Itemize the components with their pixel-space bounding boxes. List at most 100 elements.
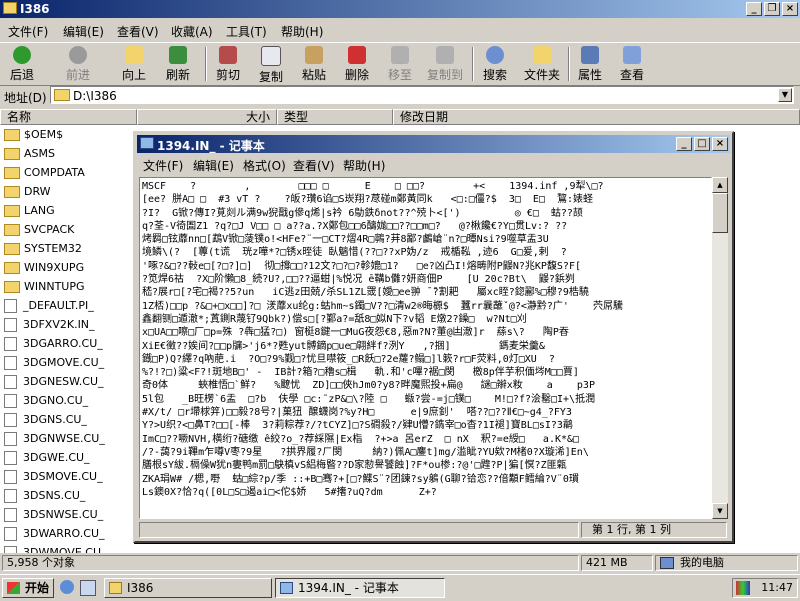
- folder-icon: [4, 129, 20, 141]
- clipboard-icon: [305, 46, 323, 64]
- menu-file[interactable]: 文件(F): [8, 23, 48, 40]
- properties-button[interactable]: 属性: [572, 46, 608, 83]
- notepad-menu-help[interactable]: 帮助(H): [343, 157, 385, 174]
- scroll-up-button[interactable]: ▲: [712, 177, 728, 193]
- desktop-quicklaunch-icon[interactable]: [80, 580, 96, 596]
- file-name: WINNTUPG: [24, 280, 85, 293]
- copy-button[interactable]: 复制: [253, 46, 289, 85]
- drive-icon: [54, 89, 70, 101]
- back-button[interactable]: 后退: [4, 46, 40, 83]
- file-row[interactable]: 3DGNO.CU_: [4, 394, 88, 413]
- notepad-titlebar[interactable]: 1394.IN_ - 记事本 _ □ ×: [137, 135, 730, 153]
- file-name: 3DWARRO.CU_: [23, 527, 105, 540]
- refresh-button[interactable]: 刷新: [160, 46, 196, 83]
- file-name: COMPDATA: [24, 166, 85, 179]
- file-row[interactable]: DRW: [4, 185, 51, 204]
- explorer-title: I386: [20, 2, 50, 16]
- notepad-menu-file[interactable]: 文件(F): [143, 157, 183, 174]
- restore-button[interactable]: ❐: [764, 2, 780, 16]
- file-row[interactable]: COMPDATA: [4, 166, 85, 185]
- cut-button[interactable]: 剪切: [210, 46, 246, 83]
- views-button[interactable]: 查看: [614, 46, 650, 83]
- scroll-down-button[interactable]: ▼: [712, 503, 728, 519]
- display-icon[interactable]: [736, 581, 750, 595]
- menu-edit[interactable]: 编辑(E): [63, 23, 104, 40]
- search-button[interactable]: 搜索: [477, 46, 513, 83]
- explorer-titlebar[interactable]: I386 _ ❐ ×: [0, 0, 800, 18]
- notepad-text-area[interactable]: MSCF ? , □□□ □ E □ □□? +< 1394.inf ,9犁\□…: [139, 177, 712, 519]
- scroll-thumb[interactable]: [712, 193, 728, 233]
- file-row[interactable]: WINNTUPG: [4, 280, 85, 299]
- ie-quicklaunch-icon[interactable]: [60, 580, 74, 594]
- notepad-window: 1394.IN_ - 记事本 _ □ × 文件(F) 编辑(E) 格式(O) 查…: [133, 131, 734, 543]
- notepad-menu-view[interactable]: 查看(V): [293, 157, 335, 174]
- taskbar-item-notepad[interactable]: 1394.IN_ - 记事本: [275, 578, 445, 598]
- file-row[interactable]: 3DSNS.CU_: [4, 489, 85, 508]
- taskbar-item-explorer[interactable]: I386: [104, 578, 272, 598]
- file-row[interactable]: 3DWARRO.CU_: [4, 527, 105, 546]
- file-row[interactable]: 3DGNWSE.CU_: [4, 432, 105, 451]
- file-icon: [4, 527, 17, 541]
- menu-help[interactable]: 帮助(H): [281, 23, 323, 40]
- file-row[interactable]: 3DSMOVE.CU_: [4, 470, 103, 489]
- notepad-close-button[interactable]: ×: [712, 137, 728, 151]
- delete-button[interactable]: 删除: [339, 46, 375, 83]
- menu-view[interactable]: 查看(V): [117, 23, 159, 40]
- file-row[interactable]: LANG: [4, 204, 55, 223]
- folders-button[interactable]: 文件夹: [520, 46, 564, 83]
- file-name: SVCPACK: [24, 223, 75, 236]
- up-button[interactable]: 向上: [116, 46, 152, 83]
- address-label: 地址(D): [4, 91, 47, 105]
- file-row[interactable]: 3DGNS.CU_: [4, 413, 87, 432]
- address-dropdown-button[interactable]: ▼: [778, 88, 792, 102]
- close-button[interactable]: ×: [782, 2, 798, 16]
- views-icon: [623, 46, 641, 64]
- file-row[interactable]: 3DSNWSE.CU_: [4, 508, 103, 527]
- file-row[interactable]: 3DGMOVE.CU_: [4, 356, 104, 375]
- file-name: 3DGARRO.CU_: [23, 337, 103, 350]
- file-row[interactable]: SVCPACK: [4, 223, 74, 242]
- notepad-maximize-button[interactable]: □: [694, 137, 710, 151]
- refresh-icon: [169, 46, 187, 64]
- file-list: 名称 $OEM$ ASMS COMPDATA DRW LANG SVCPACK SYSTEM…: [0, 109, 137, 553]
- column-header-date[interactable]: 修改日期: [393, 109, 800, 125]
- column-header-name[interactable]: 名称: [0, 109, 137, 125]
- file-row[interactable]: _DEFAULT.PI_: [4, 299, 94, 318]
- file-icon: [4, 470, 17, 484]
- file-icon: [4, 432, 17, 446]
- file-row[interactable]: 3DGARRO.CU_: [4, 337, 103, 356]
- copy-to-button[interactable]: 复制到: [424, 46, 466, 83]
- folders-icon: [533, 46, 551, 64]
- file-row[interactable]: WIN9XUPG: [4, 261, 84, 280]
- notepad-menu-format[interactable]: 格式(O): [243, 157, 286, 174]
- notepad-statusbar: 第 1 行, 第 1 列: [137, 521, 730, 539]
- notepad-menu-edit[interactable]: 编辑(E): [193, 157, 234, 174]
- file-row[interactable]: 3DGNESW.CU_: [4, 375, 104, 394]
- file-row[interactable]: 3DGWE.CU_: [4, 451, 90, 470]
- notepad-vertical-scrollbar[interactable]: ▲ ▼: [712, 177, 728, 519]
- address-bar: 地址(D) D:\I386 ▼: [0, 85, 800, 107]
- notepad-minimize-button[interactable]: _: [676, 137, 692, 151]
- file-icon: [4, 356, 17, 370]
- forward-button[interactable]: 前进: [60, 46, 96, 83]
- file-name: $OEM$: [24, 128, 64, 141]
- minimize-button[interactable]: _: [746, 2, 762, 16]
- menu-tools[interactable]: 工具(T): [226, 23, 267, 40]
- properties-icon: [581, 46, 599, 64]
- column-header-size[interactable]: 大小: [137, 109, 277, 125]
- forward-arrow-icon: [69, 46, 87, 64]
- file-row[interactable]: SYSTEM32: [4, 242, 82, 261]
- file-row[interactable]: 3DFXV2K.IN_: [4, 318, 95, 337]
- address-input[interactable]: D:\I386 ▼: [50, 86, 794, 104]
- file-row[interactable]: ASMS: [4, 147, 55, 166]
- scissors-icon: [219, 46, 237, 64]
- menu-favorites[interactable]: 收藏(A): [171, 23, 213, 40]
- file-row[interactable]: 3DWMOVE.CU_: [4, 546, 107, 553]
- up-folder-icon: [125, 46, 143, 64]
- start-button[interactable]: 开始: [2, 578, 54, 598]
- column-header-type[interactable]: 类型: [277, 109, 393, 125]
- folder-icon: [4, 148, 20, 160]
- paste-button[interactable]: 粘贴: [296, 46, 332, 83]
- file-row[interactable]: $OEM$: [4, 128, 63, 147]
- move-to-button[interactable]: 移至: [382, 46, 418, 83]
